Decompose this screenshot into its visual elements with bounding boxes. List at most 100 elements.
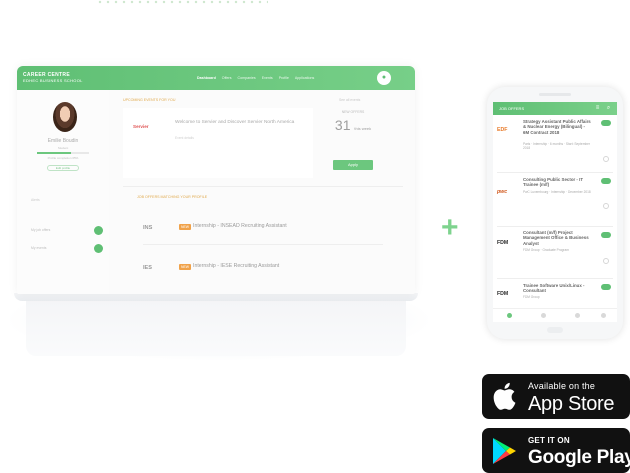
job-title: Consulting Public Sector - IT Trainee (m… [523,177,584,188]
laptop-base [14,293,418,301]
alert-label-events: My events [31,246,47,250]
see-all-events-link[interactable]: See all events [339,98,360,102]
brand-line2: EDHEC BUSINESS SCHOOL [23,78,83,83]
nav-dashboard[interactable]: Dashboard [197,76,216,80]
counter-value: 31 this week [331,117,375,133]
nav-events[interactable]: Events [262,76,273,80]
alert-label-jobs: My job offers [31,228,51,232]
profile-sidebar: Emilie Boudin Student Profile completion… [17,90,109,294]
job-meta: FDM Group · Graduate Program [523,248,569,252]
event-title: Welcome to Servier and Discover Servier … [175,120,295,125]
apple-logo-icon [493,382,516,410]
nav-companies[interactable]: Companies [238,76,256,80]
section-divider [123,186,403,187]
event-subtitle: Event details [175,136,194,140]
nav-applications[interactable]: Applications [295,76,314,80]
job-title: Trainee Software Unix/Linux - Consultant [523,283,585,294]
job-company-logo: pwc [497,189,508,195]
job-select-check[interactable] [603,258,609,264]
apply-button[interactable]: Apply [333,160,373,170]
counter-unit: this week [354,126,372,131]
job-item-2[interactable]: pwc Consulting Public Sector - IT Traine… [493,175,617,219]
alert-row-events: My events [31,244,103,254]
row-divider [143,244,383,245]
app-store-big-text: App Store [528,393,615,415]
laptop-stand [26,301,406,356]
menu-icon[interactable]: ≡ [594,105,601,112]
laptop-screen: CAREER CENTRE EDHEC BUSINESS SCHOOL Dash… [17,66,415,294]
new-badge: NEW [179,224,191,230]
main-nav: Dashboard Offers Companies Events Profil… [197,76,314,80]
events-section-title: UPCOMING EVENTS FOR YOU [123,98,176,102]
counter-label: NEW OFFERS [341,110,365,114]
profile-subtitle: Student [57,146,69,150]
job-company-logo: FDM [497,291,509,297]
tab-profile-icon[interactable] [601,313,606,318]
job-select-check[interactable] [603,203,609,209]
alerts-heading: Alerts [31,198,40,202]
google-play-badge[interactable]: GET IT ON Google Play [482,428,630,473]
profile-name: Emilie Boudin [47,138,79,144]
profile-progress-bar [37,152,89,154]
offers-section-title: JOB OFFERS MATCHING YOUR PROFILE [137,195,208,199]
tab-events-icon[interactable] [575,313,580,318]
job-favorite-toggle[interactable] [601,232,611,238]
job-separator [497,278,613,279]
google-play-small-text: GET IT ON [528,436,570,445]
nav-profile[interactable]: Profile [279,76,289,80]
job-favorite-toggle[interactable] [601,284,611,290]
phone-screen: JOB OFFERS ≡ ⌕ EDF Strategy Assistant Pu… [493,102,617,322]
brand-logo[interactable]: CAREER CENTRE EDHEC BUSINESS SCHOOL [23,73,83,84]
offer-title: Internship - IESE Recruiting Assistant [193,263,280,269]
event-company-logo: Servier [133,124,149,129]
job-meta: PwC Luxembourg · Internship · December 2… [523,190,591,194]
job-item-3[interactable]: FDM Consultant (m/f) Project Management … [493,230,617,274]
phone-speaker [539,93,571,96]
offer-company-logo: IES [143,265,153,271]
nav-offers[interactable]: Offers [222,76,232,80]
job-separator [497,226,613,227]
decorative-dots [96,0,268,4]
job-item-1[interactable]: EDF Strategy Assistant Public Affairs & … [493,119,617,169]
tab-offers-icon[interactable] [541,313,546,318]
job-select-check[interactable] [603,156,609,162]
phone-mockup: JOB OFFERS ≡ ⌕ EDF Strategy Assistant Pu… [487,87,623,339]
search-icon[interactable]: ⌕ [605,105,612,112]
counter-number: 31 [334,117,351,133]
job-meta: FDM Group [523,295,540,299]
offer-title: Internship - INSEAD Recruiting Assistant [193,223,287,229]
job-company-logo: EDF [497,127,508,133]
job-favorite-toggle[interactable] [601,178,611,184]
google-play-logo-icon [493,438,516,464]
app-store-small-text: Available on the [528,381,596,391]
phone-home-button [547,327,563,333]
job-favorite-toggle[interactable] [601,120,611,126]
job-title: Strategy Assistant Public Affairs & Nucl… [523,119,591,135]
job-title: Consultant (m/f) Project Management Offi… [523,230,589,246]
plus-icon: + [441,211,459,244]
offer-company-logo: INS [143,225,153,231]
job-separator [497,172,613,173]
edit-profile-button[interactable]: Edit profile [47,165,79,171]
offer-row-1[interactable]: INS NEW Internship - INSEAD Recruiting A… [143,222,343,236]
new-offers-counter: NEW OFFERS 31 this week Apply [331,110,375,180]
job-company-logo: FDM [497,240,509,246]
tab-home-icon[interactable] [507,313,512,318]
job-meta: Paris · Internship · 6 months · Start: S… [523,142,590,151]
alert-toggle-jobs[interactable] [94,226,103,235]
app-store-badge[interactable]: Available on the App Store [482,374,630,419]
phone-header-title: JOB OFFERS [499,106,525,111]
alert-row-jobs: My job offers [31,226,103,236]
user-menu-icon[interactable]: ● [377,71,391,85]
offer-row-2[interactable]: IES NEW Internship - IESE Recruiting Ass… [143,262,343,276]
dashboard-content: UPCOMING EVENTS FOR YOU See all events S… [113,90,415,294]
google-play-big-text: Google Play [528,447,630,468]
alert-toggle-events[interactable] [94,244,103,253]
profile-progress-fill [37,152,71,154]
app-header: CAREER CENTRE EDHEC BUSINESS SCHOOL Dash… [17,66,415,90]
event-card[interactable]: Servier Welcome to Servier and Discover … [123,108,313,178]
avatar [53,102,77,132]
phone-app-header: JOB OFFERS ≡ ⌕ [493,102,617,115]
phone-tab-bar [493,308,617,322]
job-item-4[interactable]: FDM Trainee Software Unix/Linux - Consul… [493,283,617,307]
